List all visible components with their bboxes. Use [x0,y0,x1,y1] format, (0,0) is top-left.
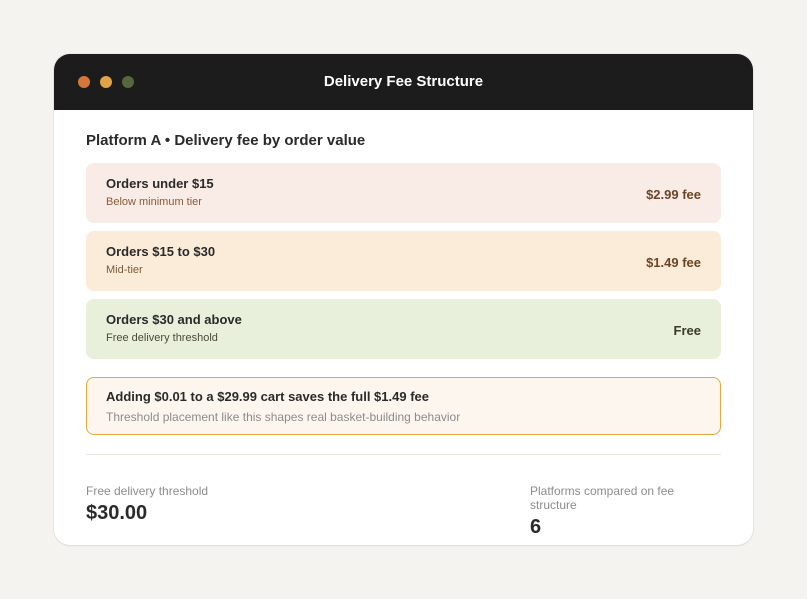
insight-callout: Adding $0.01 to a $29.99 cart saves the … [86,377,721,435]
section-heading: Platform A • Delivery fee by order value [86,132,366,149]
fee-tier-list: Orders under $15 Below minimum tier $2.9… [86,163,721,359]
fee-tier-row: Orders $15 to $30 Mid-tier $1.49 fee [86,231,721,291]
threshold-stat-value: $30.00 [86,502,148,524]
title-bar: Delivery Fee Structure [54,54,753,110]
callout-title: Adding $0.01 to a $29.99 cart saves the … [106,389,429,404]
platforms-stat-label: Platforms compared on fee structure [530,484,675,512]
tier-name: Orders under $15 [106,176,214,191]
main-content: Platform A • Delivery fee by order value… [54,132,753,538]
tier-description: Mid-tier [106,264,143,276]
platforms-stat-value: 6 [530,516,542,538]
stats-row: Free delivery threshold $30.00 Platforms… [86,455,721,538]
callout-subtitle: Threshold placement like this shapes rea… [106,410,461,424]
tier-fee: $2.99 fee [646,187,701,202]
fee-tier-row: Orders under $15 Below minimum tier $2.9… [86,163,721,223]
app-window: Delivery Fee Structure Platform A • Deli… [54,54,753,545]
tier-name: Orders $15 to $30 [106,244,216,259]
fee-tier-row: Orders $30 and above Free delivery thres… [86,299,721,359]
tier-fee: $1.49 fee [646,255,701,270]
tier-description: Below minimum tier [106,196,202,208]
tier-description: Free delivery threshold [106,332,218,344]
platforms-stat: Platforms compared on fee structure 6 [530,484,721,539]
tier-name: Orders $30 and above [106,312,242,327]
threshold-stat: Free delivery threshold $30.00 [86,484,208,525]
threshold-stat-label: Free delivery threshold [86,484,209,498]
tier-fee: Free [673,323,701,338]
window-title: Delivery Fee Structure [323,73,484,90]
